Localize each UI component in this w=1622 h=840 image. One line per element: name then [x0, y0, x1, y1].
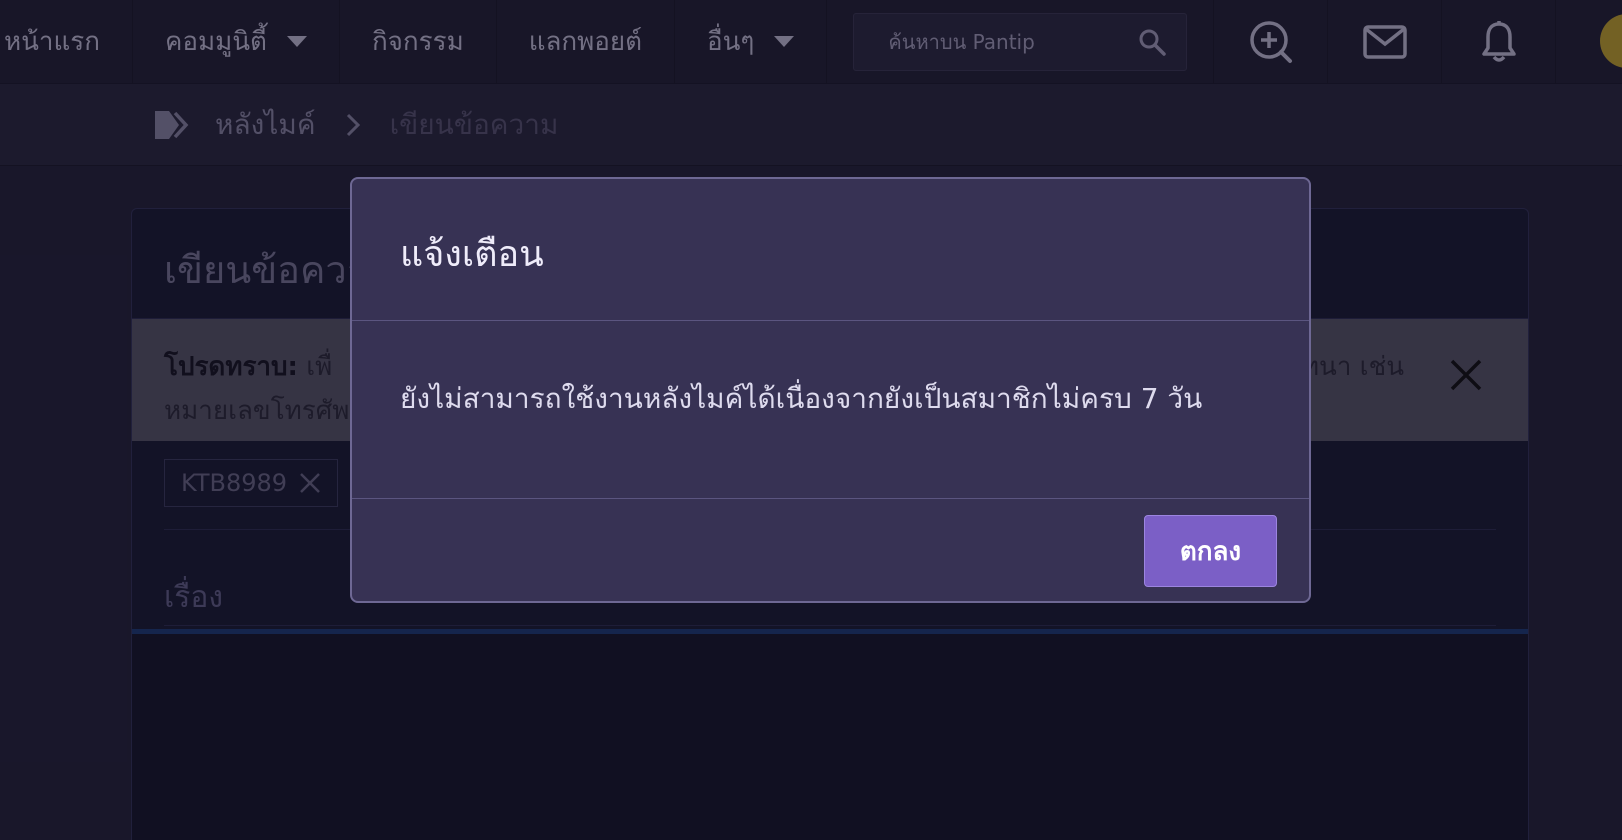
ok-button[interactable]: ตกลง — [1144, 515, 1277, 587]
dialog-footer: ตกลง — [352, 499, 1309, 603]
dialog-title: แจ้งเตือน — [400, 234, 544, 275]
dialog-message: ยังไม่สามารถใช้งานหลังไมค์ได้เนื่องจากยั… — [400, 382, 1203, 415]
alert-dialog: แจ้งเตือน ยังไม่สามารถใช้งานหลังไมค์ได้เ… — [350, 177, 1311, 603]
dialog-header: แจ้งเตือน — [352, 179, 1309, 321]
dialog-body: ยังไม่สามารถใช้งานหลังไมค์ได้เนื่องจากยั… — [352, 321, 1309, 499]
